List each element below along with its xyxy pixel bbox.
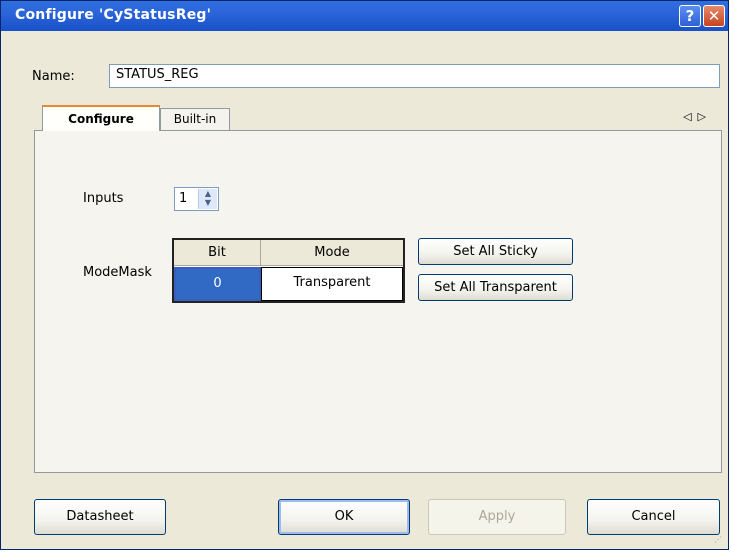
apply-button[interactable]: Apply	[428, 499, 566, 535]
name-label: Name:	[32, 69, 75, 84]
help-button[interactable]: ?	[679, 5, 701, 27]
grid-cell-mode[interactable]: Transparent	[261, 267, 403, 301]
tab-scroll-right-icon[interactable]: ▷	[698, 110, 712, 123]
modemask-grid: Bit Mode 0 Transparent	[172, 238, 405, 303]
ok-button[interactable]: OK	[278, 499, 410, 535]
tab-strip: Configure Built-in ◁▷	[34, 105, 722, 131]
spinner-arrows-icon[interactable]: ▲ ▼	[198, 189, 217, 209]
title-bar[interactable]: Configure 'CyStatusReg' ? ✕	[1, 1, 728, 31]
help-icon: ?	[685, 7, 695, 25]
column-header-bit[interactable]: Bit	[174, 240, 261, 266]
column-header-mode[interactable]: Mode	[261, 240, 403, 266]
cancel-button[interactable]: Cancel	[587, 499, 720, 535]
set-all-transparent-button[interactable]: Set All Transparent	[418, 274, 573, 301]
window-title: Configure 'CyStatusReg'	[15, 7, 212, 23]
tab-configure[interactable]: Configure	[42, 105, 160, 131]
datasheet-button[interactable]: Datasheet	[34, 499, 166, 535]
name-input[interactable]: STATUS_REG	[109, 64, 720, 88]
inputs-value[interactable]: 1	[179, 191, 187, 206]
inputs-spinner[interactable]: 1 ▲ ▼	[174, 187, 219, 211]
resize-grip-icon[interactable]: ⋰	[714, 535, 726, 547]
set-all-sticky-button[interactable]: Set All Sticky	[418, 238, 573, 265]
inputs-label: Inputs	[83, 191, 124, 206]
close-icon: ✕	[707, 7, 721, 25]
tab-scroll-left-icon[interactable]: ◁	[683, 110, 697, 123]
grid-cell-bit[interactable]: 0	[174, 267, 261, 301]
modemask-label: ModeMask	[83, 265, 152, 280]
tab-built-in[interactable]: Built-in	[160, 108, 230, 131]
configure-dialog: Configure 'CyStatusReg' ? ✕ Name: STATUS…	[0, 0, 729, 550]
close-button[interactable]: ✕	[703, 5, 725, 27]
tab-scroll-arrows: ◁▷	[683, 110, 712, 123]
